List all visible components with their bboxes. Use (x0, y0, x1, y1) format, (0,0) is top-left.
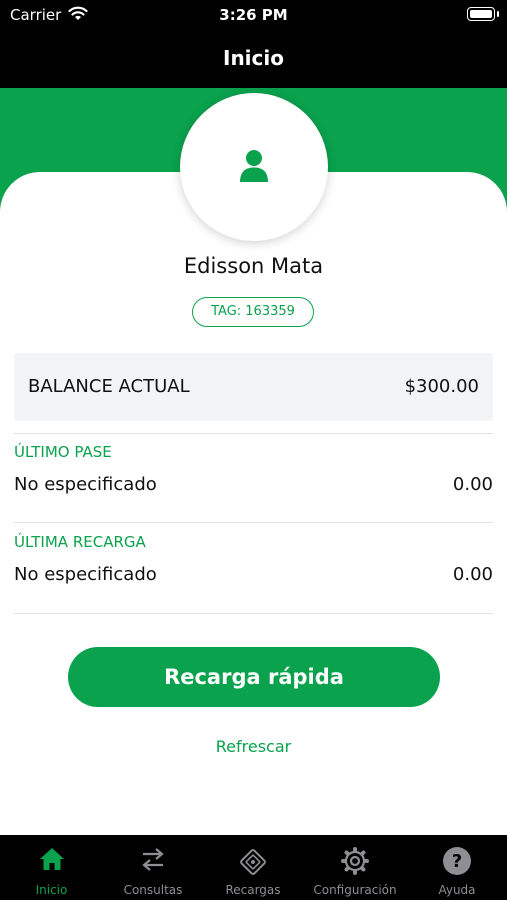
card-icon (203, 846, 303, 876)
tab-consultas[interactable]: Consultas (103, 835, 203, 900)
tab-inicio[interactable]: Inicio (0, 835, 103, 900)
last-recharge-description: No especificado (14, 564, 157, 585)
last-pass-amount: 0.00 (452, 474, 493, 495)
swap-arrows-icon (103, 846, 203, 876)
divider (14, 522, 493, 523)
last-pass-title: ÚLTIMO PASE (14, 443, 112, 461)
tab-recargas[interactable]: Recargas (203, 835, 303, 900)
tag-badge: TAG: 163359 (192, 297, 314, 327)
last-pass-description: No especificado (14, 474, 157, 495)
tab-label: Configuración (313, 883, 397, 897)
balance-value: $300.00 (404, 376, 479, 397)
gear-icon (303, 846, 407, 876)
user-name: Edisson Mata (183, 254, 324, 278)
svg-text:?: ? (452, 851, 462, 872)
tab-label: Consultas (123, 883, 183, 897)
person-icon (240, 150, 268, 182)
help-icon: ? (407, 846, 507, 876)
tab-ayuda[interactable]: ? Ayuda (407, 835, 507, 900)
refresh-link[interactable]: Refrescar (0, 737, 507, 756)
clock: 3:26 PM (219, 6, 288, 24)
tab-label: Ayuda (438, 883, 476, 897)
balance-row: BALANCE ACTUAL $300.00 (14, 353, 493, 421)
quick-recharge-button[interactable]: Recarga rápida (68, 647, 440, 707)
tab-bar: Inicio Consultas Recargas Configuración … (0, 835, 507, 900)
status-bar: Carrier 3:26 PM (0, 0, 507, 32)
tab-label: Recargas (225, 883, 281, 897)
balance-label: BALANCE ACTUAL (28, 376, 190, 397)
tab-configuracion[interactable]: Configuración (303, 835, 407, 900)
avatar (180, 93, 328, 241)
battery-icon (467, 7, 499, 21)
nav-bar: Inicio (0, 32, 507, 88)
last-recharge-title: ÚLTIMA RECARGA (14, 533, 146, 551)
home-icon (0, 846, 103, 876)
last-recharge-amount: 0.00 (452, 564, 493, 585)
divider (14, 613, 493, 614)
divider (14, 433, 493, 434)
page-title: Inicio (223, 46, 284, 70)
tab-label: Inicio (35, 883, 68, 897)
